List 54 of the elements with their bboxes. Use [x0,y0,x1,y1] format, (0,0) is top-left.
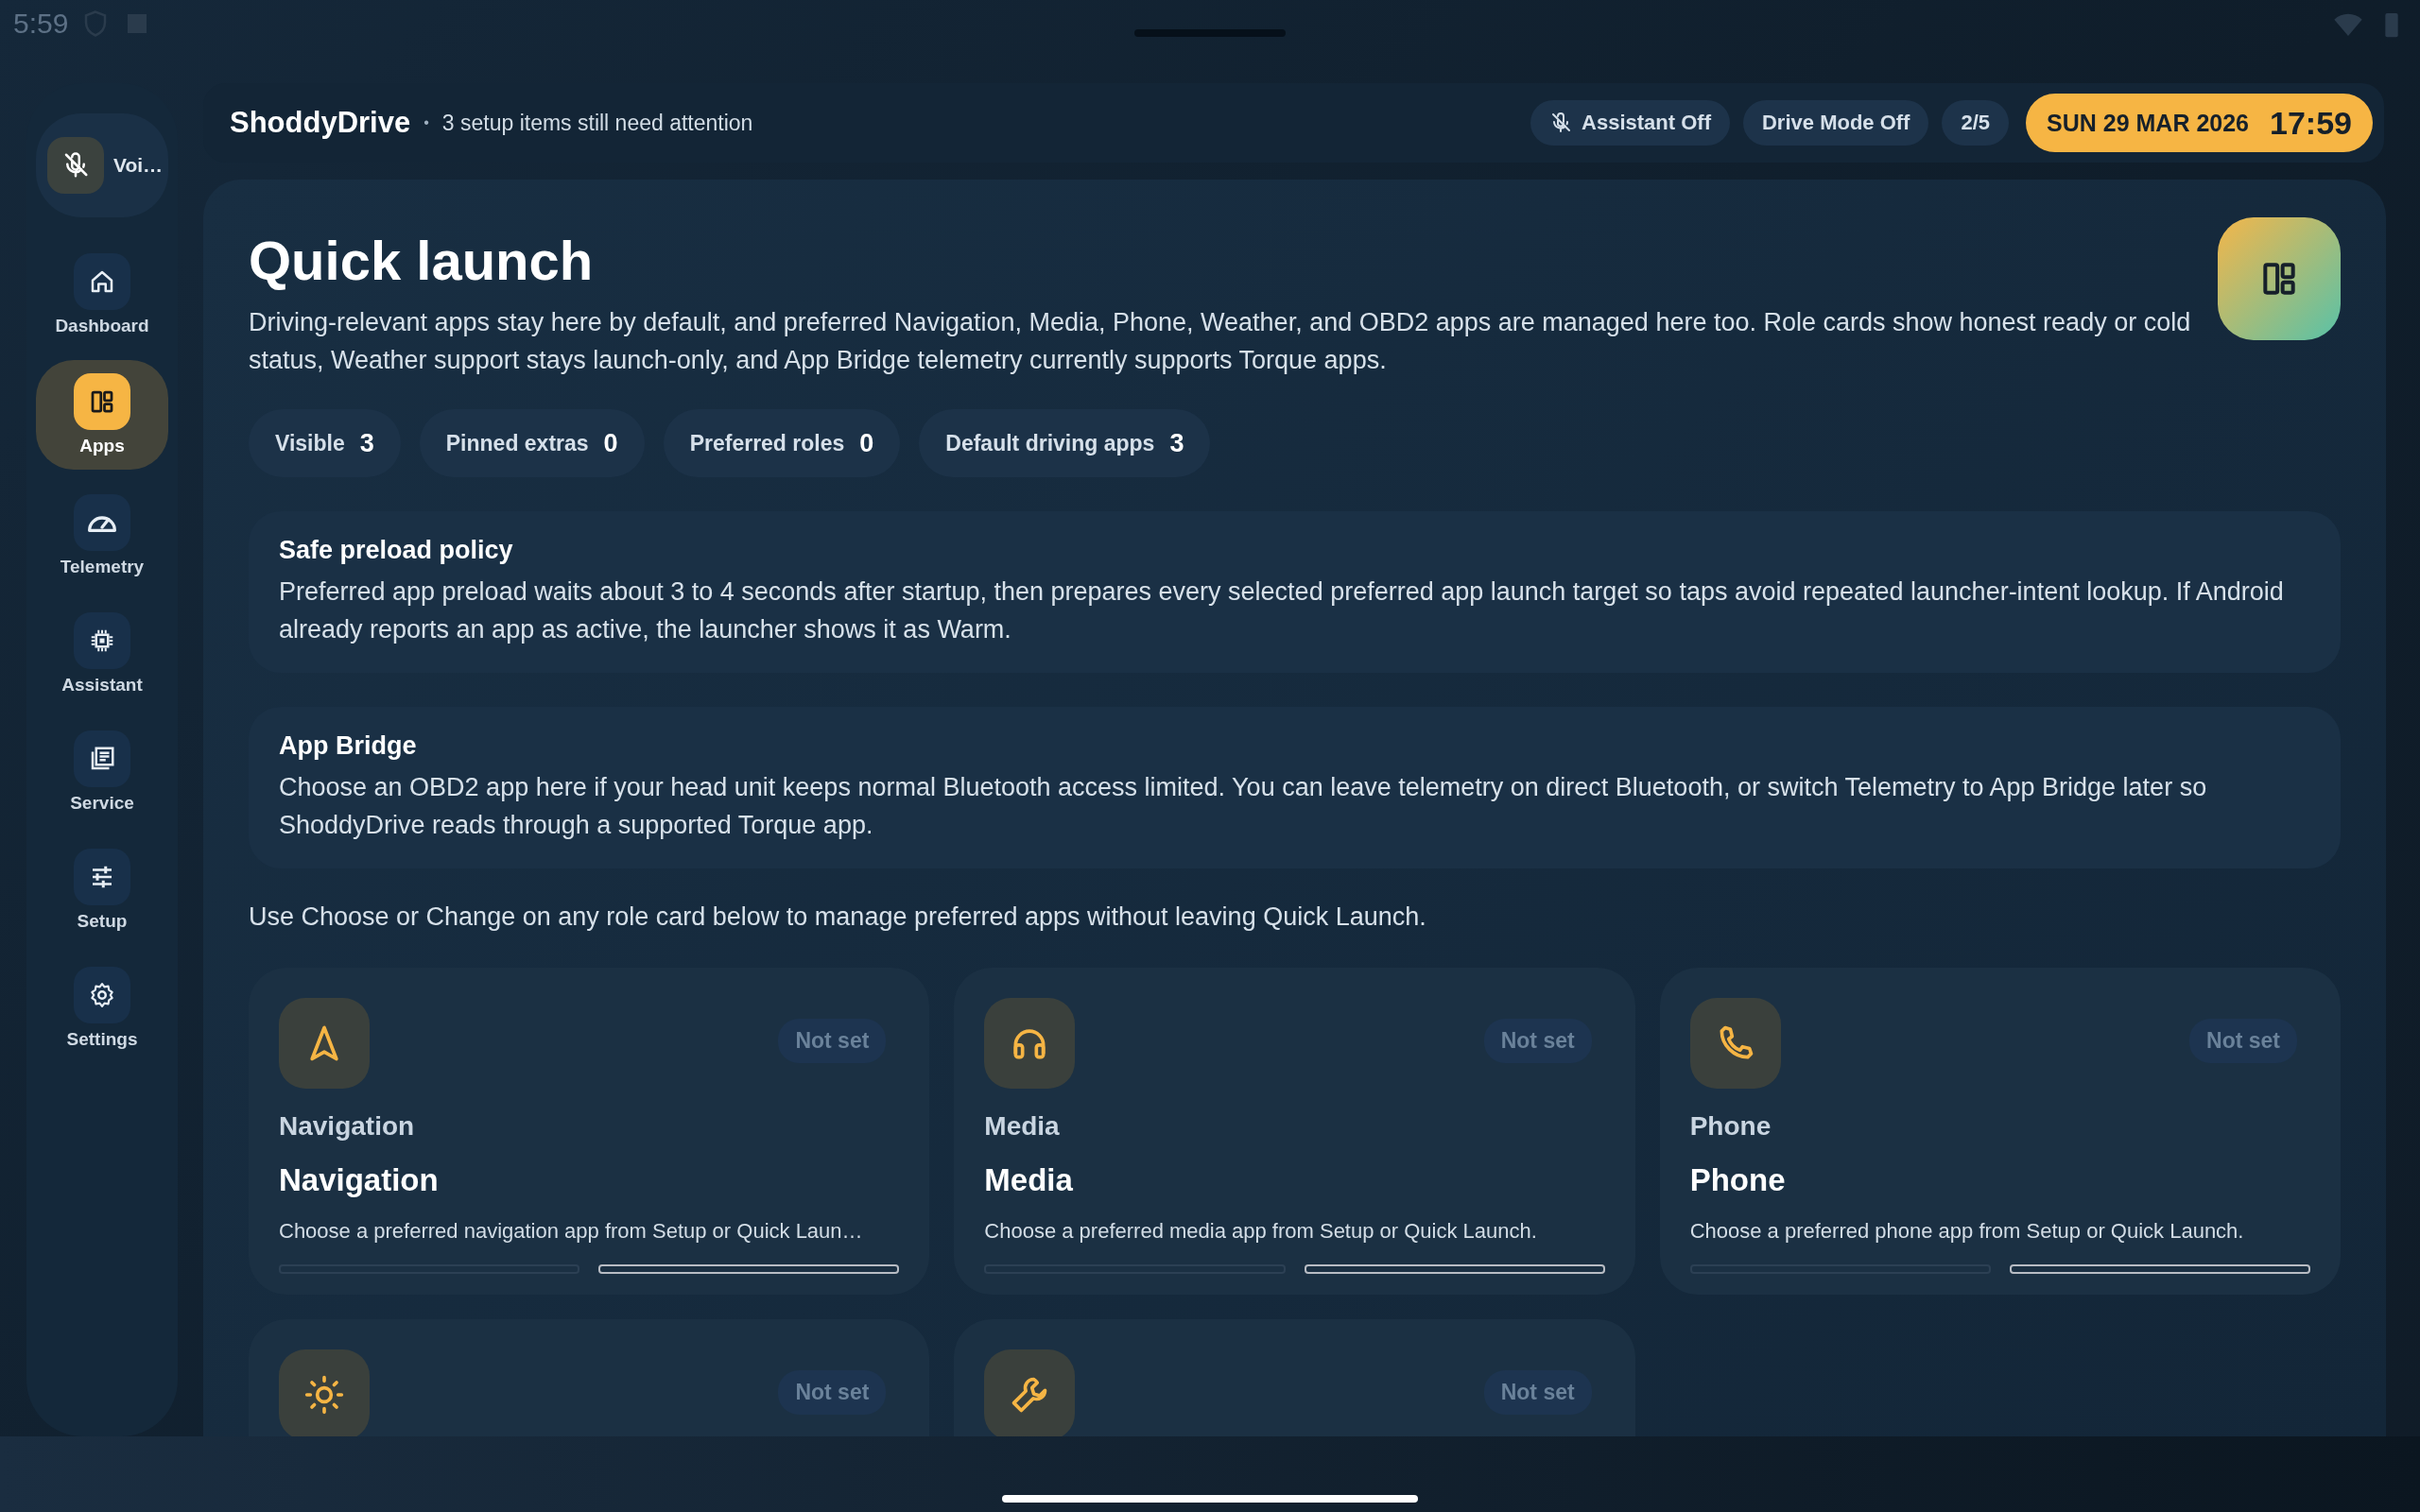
status-chip: 2/5 [1942,100,2010,146]
nav-item[interactable]: Apps [36,360,168,470]
status-time: 5:59 [13,8,69,40]
slim-button[interactable] [598,1264,900,1274]
status-badge: Not set [778,1370,887,1415]
sun-icon [303,1374,345,1416]
slim-button[interactable] [2009,1264,2310,1274]
page-title: Quick launch [249,229,595,292]
status-chip: Assistant Off [1530,100,1730,146]
nav-item[interactable]: Setup [36,837,168,942]
separator-dot: • [424,114,429,131]
role-description: Choose a preferred media app from Setup or Quick Launch. [984,1219,1538,1244]
mic-off-icon [1549,112,1573,134]
nav-item[interactable]: Dashboard [36,242,168,347]
role-title: Media [984,1162,1074,1198]
panel-text: Preferred app preload waits about 3 to 4 seconds after startup, then prepares every selected preferred app launch target so taps avoid repeated launcher-intent lookup. If Android already reports an app as active, the launcher shows it as Warm. [279,576,2285,645]
panel-title: Safe preload policy [279,536,514,565]
status-badge: Not set [1483,1370,1592,1415]
role-description: Choose a preferred navigation app from Setup or Quick Laun… [279,1219,864,1244]
app-name: ShoddyDrive [230,106,411,140]
role-label: Phone [1689,1111,1772,1142]
time-text: 17:59 [2270,104,2352,142]
role-label: Navigation [279,1111,416,1142]
role-description: Choose a preferred phone app from Setup or Quick Launch. [1689,1219,2245,1244]
role-title: Navigation [279,1162,440,1198]
stat-chip: Default driving apps 3 [919,409,1211,477]
hint-text: Use Choose or Change on any role card below to manage preferred apps without leaving Quick Launch. [249,902,1427,932]
role-card[interactable]: Not set Navigation Navigation Choose a preferred navigation app from Setup or Quick Laun… [249,968,930,1295]
role-title: Phone [1689,1162,1787,1198]
drag-handle[interactable] [1134,29,1286,37]
role-card[interactable]: Not set Media Media Choose a preferred media app from Setup or Quick Launch. [954,968,1635,1295]
nav-item[interactable]: Assistant [36,601,168,706]
status-badge: Not set [778,1019,887,1063]
home-indicator[interactable] [1002,1495,1418,1503]
nav-item[interactable]: Service [36,719,168,824]
panel-text: Choose an OBD2 app here if your head unit keeps normal Bluetooth access limited. You can leave telemetry on direct Bluetooth, or switch Telemetry to App Bridge later so ShoddyDrive reads through a supported Torque app. [279,772,2208,841]
panel-title: App Bridge [279,731,418,761]
status-badge: Not set [1483,1019,1592,1063]
status-chip: Drive Mode Off [1743,100,1929,146]
slim-button[interactable] [1304,1264,1605,1274]
stat-chip: Preferred roles 0 [663,409,901,477]
stat-chip: Pinned extras 0 [419,409,645,477]
nav-item[interactable]: Settings [36,955,168,1060]
settings-icon [88,980,116,1009]
nav-item[interactable]: Telemetry [36,483,168,588]
role-label: Media [984,1111,1061,1142]
role-card[interactable]: Not set Phone Phone Choose a preferred phone app from Setup or Quick Launch. [1659,968,2341,1295]
date-text: SUN 29 MAR 2026 [2047,109,2250,137]
voice-button[interactable]: Voi… [36,113,168,217]
stat-chip: Visible 3 [249,409,401,477]
status-badge: Not set [2189,1019,2297,1063]
attention-message: 3 setup items still need attention [441,110,753,136]
page-description: Driving-relevant apps stay here by default, and preferred Navigation, Media, Phone, Weather, and OBD2 apps are managed here too. Role cards show honest ready or cold status, Weather support stays launch-only, and App Bridge telemetry currently supports Torque apps. [249,307,2192,376]
layout-button[interactable] [2218,217,2341,340]
